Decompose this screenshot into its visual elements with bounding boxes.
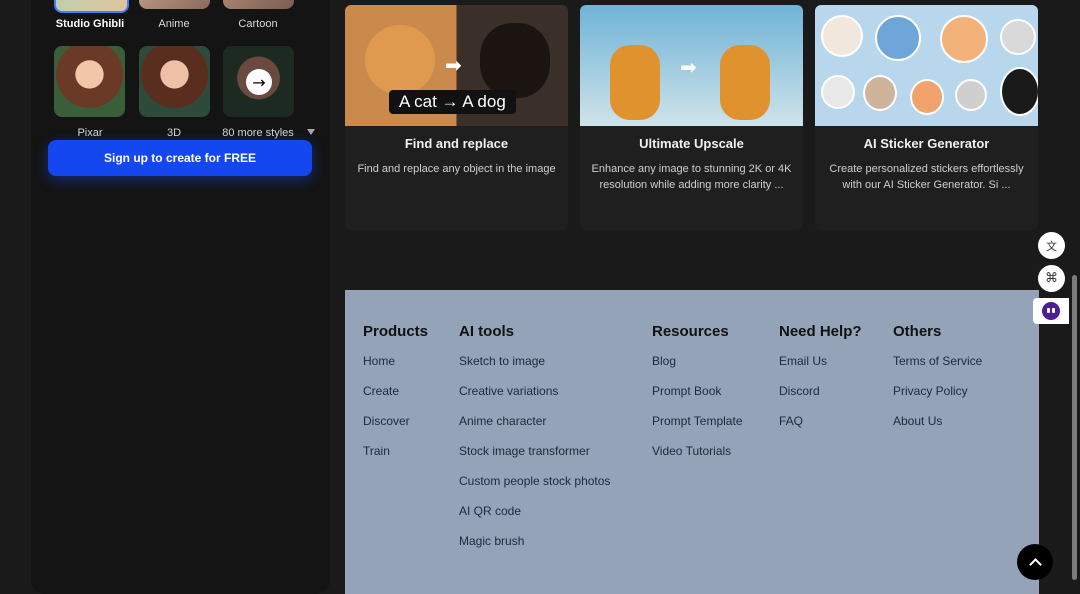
footer-link-prompt-template[interactable]: Prompt Template [652, 414, 743, 444]
card-title: AI Sticker Generator [863, 136, 990, 151]
signup-button[interactable]: Sign up to create for FREE [48, 140, 312, 176]
style-tile-pixar[interactable] [54, 46, 125, 117]
footer-link-faq[interactable]: FAQ [779, 414, 862, 444]
footer-link-home[interactable]: Home [363, 354, 428, 384]
card-desc: Find and replace any object in the image [357, 163, 556, 175]
card-sticker[interactable]: AI Sticker Generator Create personalized… [815, 5, 1038, 230]
footer-heading: Others [893, 323, 942, 340]
footer-link-discover[interactable]: Discover [363, 414, 428, 444]
chevron-up-icon [1028, 557, 1042, 571]
card-find-replace[interactable]: ➡ A cat → A dog Find and replace Find an… [345, 5, 568, 230]
footer-link-prompt-book[interactable]: Prompt Book [652, 384, 743, 414]
footer-help: Need Help? Email Us Discord FAQ [779, 323, 862, 444]
footer-link-blog[interactable]: Blog [652, 354, 743, 384]
style-tile-3d[interactable] [139, 46, 210, 117]
card-desc: Enhance any image to stunning 2K or 4K r… [591, 163, 792, 191]
style-tile-anime[interactable] [139, 0, 210, 9]
footer-products: Products Home Create Discover Train [363, 323, 428, 474]
translate-icon[interactable]: 文 [1038, 232, 1065, 259]
footer-others: Others Terms of Service Privacy Policy A… [893, 323, 982, 444]
upscale-image: ➡ [580, 5, 803, 126]
footer-link-sketch[interactable]: Sketch to image [459, 354, 610, 384]
footer-link-discord[interactable]: Discord [779, 384, 862, 414]
find-replace-overlay: A cat → A dog [389, 90, 516, 114]
assistant-icon[interactable] [1033, 298, 1069, 324]
card-title: Find and replace [404, 136, 509, 151]
footer-link-about[interactable]: About Us [893, 414, 982, 444]
style-label-studio-ghibli: Studio Ghibli [55, 18, 125, 30]
style-tile-studio-ghibli[interactable] [54, 0, 129, 13]
footer-heading: Resources [652, 323, 729, 340]
scroll-to-top-button[interactable] [1017, 544, 1053, 580]
apps-grid-icon[interactable]: ⌘ [1038, 265, 1065, 292]
footer-link-terms[interactable]: Terms of Service [893, 354, 982, 384]
page-scrollbar[interactable] [1072, 275, 1077, 580]
footer-resources: Resources Blog Prompt Book Prompt Templa… [652, 323, 743, 474]
footer-link-magic-brush[interactable]: Magic brush [459, 534, 610, 564]
card-desc: Create personalized stickers effortlessl… [829, 163, 1024, 191]
style-label-more-styles: 80 more styles [222, 127, 294, 139]
footer-link-qr[interactable]: AI QR code [459, 504, 610, 534]
footer-link-stock[interactable]: Stock image transformer [459, 444, 610, 474]
footer-link-email[interactable]: Email Us [779, 354, 862, 384]
arrow-right-icon: ➡ [680, 55, 697, 79]
footer-heading: Products [363, 323, 429, 340]
footer-link-custom-people[interactable]: Custom people stock photos [459, 474, 610, 504]
style-label-3d: 3D [166, 127, 182, 139]
footer-link-video[interactable]: Video Tutorials [652, 444, 743, 474]
style-tile-cartoon[interactable] [223, 0, 294, 9]
footer-link-train[interactable]: Train [363, 444, 428, 474]
arrow-right-icon: → [246, 69, 272, 95]
sidebar: Studio Ghibli Anime Cartoon → Pixar 3D 8… [31, 0, 330, 594]
style-tile-more-styles[interactable]: → [223, 46, 294, 117]
footer-link-anime[interactable]: Anime character [459, 414, 610, 444]
find-replace-image: ➡ A cat → A dog [345, 5, 568, 126]
footer-link-privacy[interactable]: Privacy Policy [893, 384, 982, 414]
footer-ai-tools: AI tools Sketch to image Creative variat… [459, 323, 610, 564]
scroll-down-icon[interactable] [307, 129, 315, 135]
footer-heading: Need Help? [779, 323, 862, 340]
footer-link-variations[interactable]: Creative variations [459, 384, 610, 414]
sticker-image [815, 5, 1038, 126]
card-upscale[interactable]: ➡ Ultimate Upscale Enhance any image to … [580, 5, 803, 230]
style-label-cartoon: Cartoon [238, 18, 278, 30]
arrow-right-icon: ➡ [445, 53, 462, 77]
style-label-anime: Anime [158, 18, 190, 30]
footer-heading: AI tools [459, 323, 514, 340]
card-title: Ultimate Upscale [639, 136, 744, 151]
footer-link-create[interactable]: Create [363, 384, 428, 414]
style-label-pixar: Pixar [77, 127, 103, 139]
footer: Products Home Create Discover Train AI t… [345, 290, 1039, 594]
